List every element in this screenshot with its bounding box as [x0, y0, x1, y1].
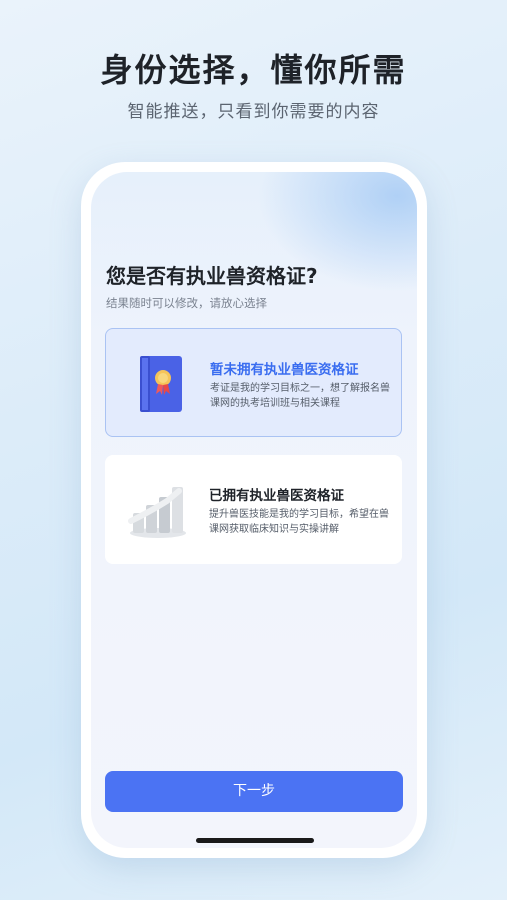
next-step-button[interactable]: 下一步: [105, 771, 403, 812]
option-title: 已拥有执业兽医资格证: [209, 488, 344, 504]
certificate-book-icon: [136, 354, 186, 414]
question-title: 您是否有执业兽资格证?: [106, 264, 318, 288]
phone-frame: 您是否有执业兽资格证? 结果随时可以修改，请放心选择 暂未拥有执业兽医资格证 考…: [81, 162, 427, 858]
option-title: 暂未拥有执业兽医资格证: [210, 362, 359, 378]
option-has-certificate[interactable]: 已拥有执业兽医资格证 提升兽医技能是我的学习目标，希望在兽课网获取临床知识与实操…: [105, 455, 402, 564]
hero-subtitle: 智能推送，只看到你需要的内容: [127, 102, 380, 122]
home-indicator: [196, 838, 314, 843]
growth-bars-icon: [127, 481, 189, 539]
hero-title: 身份选择，懂你所需: [100, 51, 407, 89]
option-no-certificate[interactable]: 暂未拥有执业兽医资格证 考证是我的学习目标之一，想了解报名兽课网的执考培训班与相…: [105, 328, 402, 437]
option-description: 提升兽医技能是我的学习目标，希望在兽课网获取临床知识与实操讲解: [209, 509, 389, 535]
question-hint: 结果随时可以修改，请放心选择: [106, 296, 267, 310]
option-description: 考证是我的学习目标之一，想了解报名兽课网的执考培训班与相关课程: [210, 383, 390, 409]
phone-screen: 您是否有执业兽资格证? 结果随时可以修改，请放心选择 暂未拥有执业兽医资格证 考…: [91, 172, 417, 848]
